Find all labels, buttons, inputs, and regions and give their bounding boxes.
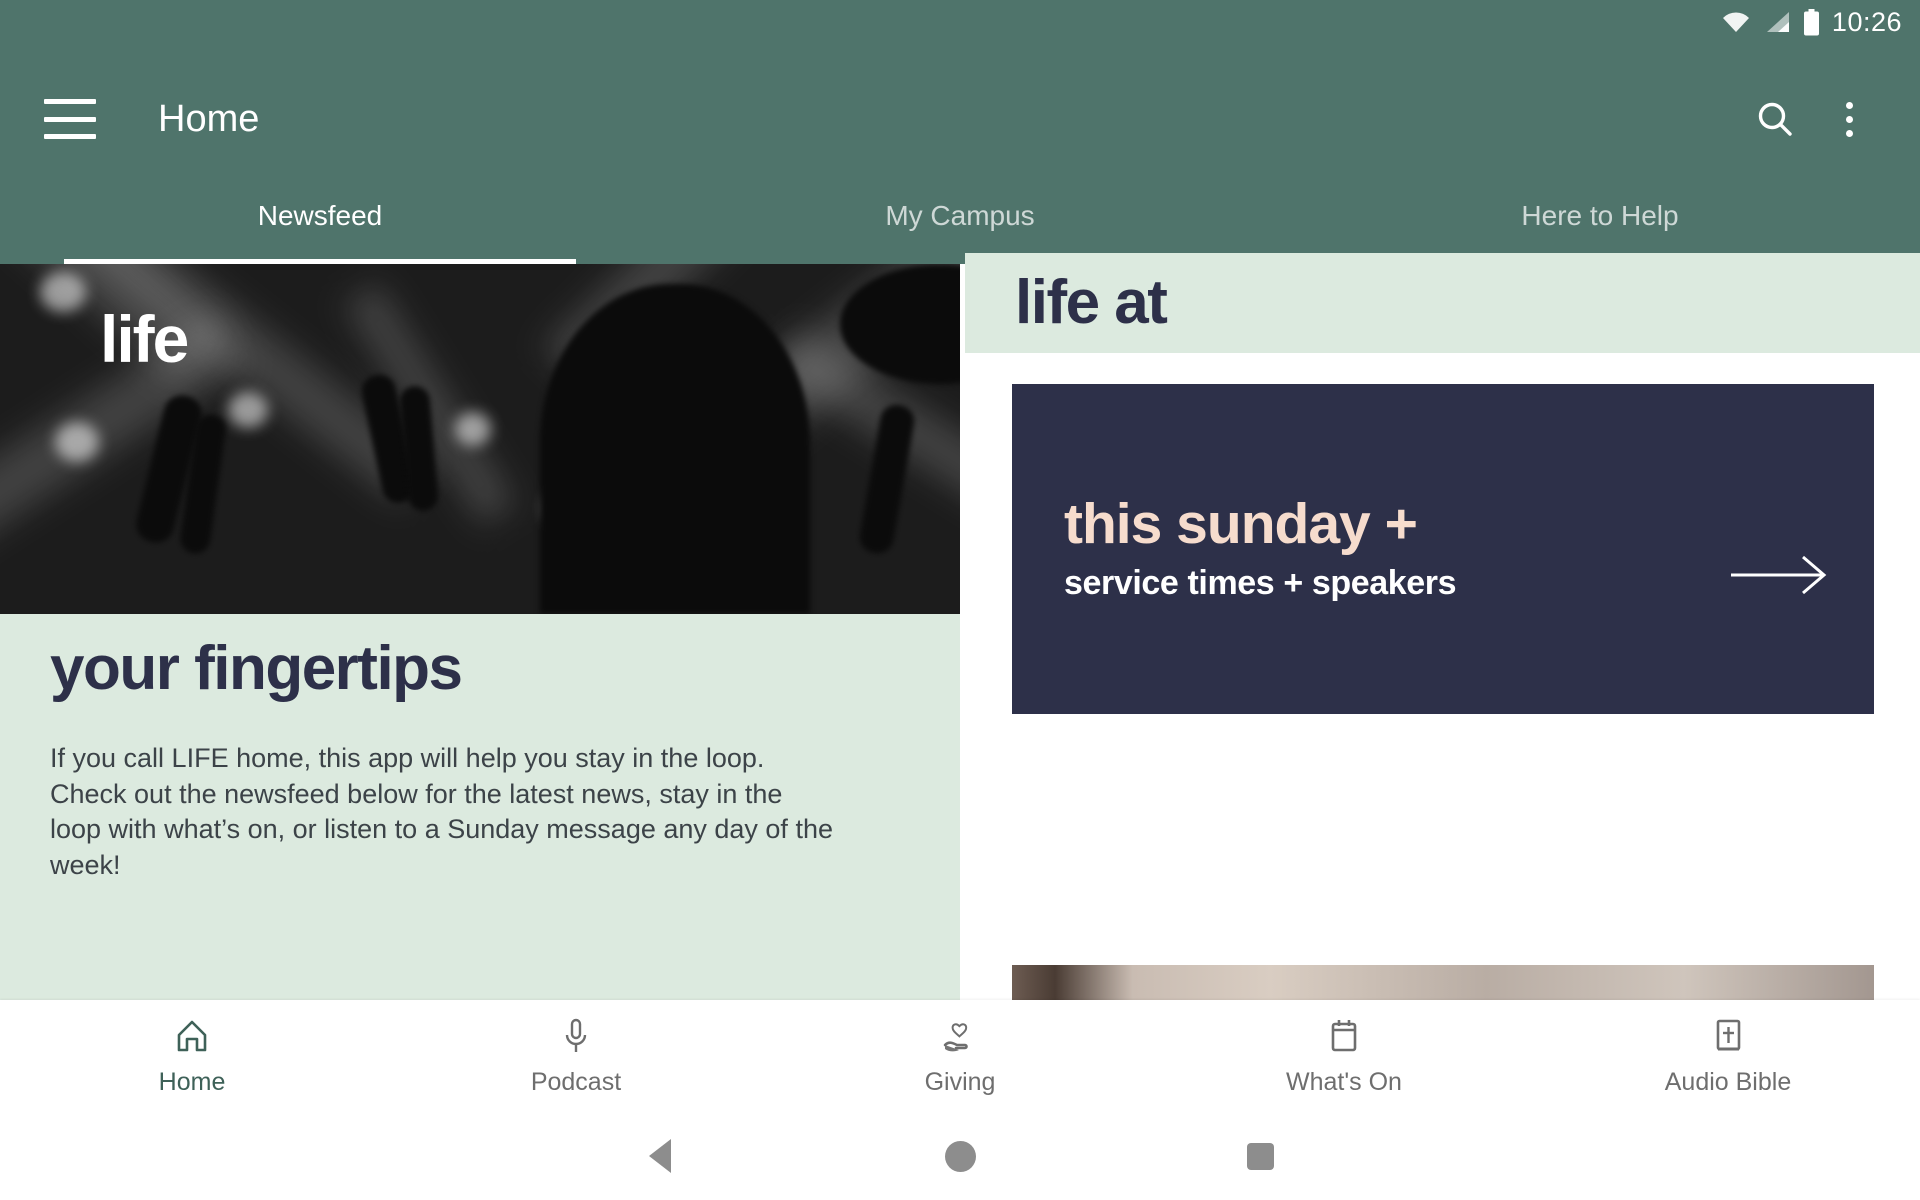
this-sunday-card[interactable]: this sunday + service times + speakers bbox=[1012, 384, 1874, 714]
fingertips-body: If you call LIFE home, this app will hel… bbox=[50, 743, 833, 880]
hamburger-menu-icon[interactable] bbox=[44, 99, 96, 139]
page-title: Home bbox=[158, 97, 260, 140]
nav-item-whats-on[interactable]: What's On bbox=[1152, 1015, 1536, 1097]
back-triangle-icon bbox=[649, 1139, 671, 1173]
life-at-card-header[interactable]: life at bbox=[965, 253, 1920, 353]
nav-item-audio-bible-label: Audio Bible bbox=[1664, 1068, 1792, 1096]
life-at-heading: life at bbox=[1015, 268, 1168, 337]
bottom-navigation: Home Podcast Giving What's On Audio Bibl… bbox=[0, 1000, 1920, 1112]
app-root: 10:26 Home Newsfeed My Campus Here to He… bbox=[0, 0, 1920, 1200]
search-button[interactable] bbox=[1738, 82, 1812, 156]
calendar-icon bbox=[1323, 1015, 1365, 1057]
recents-square-icon bbox=[1246, 1142, 1274, 1170]
more-vertical-icon bbox=[1845, 101, 1853, 137]
overflow-menu-button[interactable] bbox=[1812, 82, 1886, 156]
system-back-button[interactable] bbox=[510, 1139, 810, 1173]
system-navigation-bar bbox=[0, 1112, 1920, 1200]
cellular-signal-icon bbox=[1766, 12, 1789, 32]
tab-my-campus-label: My Campus bbox=[885, 200, 1035, 231]
tab-newsfeed-label: Newsfeed bbox=[257, 200, 383, 231]
hero-image: life bbox=[0, 264, 960, 614]
status-bar-clock: 10:26 bbox=[1831, 6, 1902, 37]
wifi-icon bbox=[1722, 12, 1749, 32]
this-sunday-title: this sunday + bbox=[1064, 491, 1418, 556]
bible-icon bbox=[1707, 1015, 1749, 1057]
microphone-icon bbox=[555, 1015, 597, 1057]
status-bar: 10:26 bbox=[0, 0, 1920, 44]
nav-item-podcast[interactable]: Podcast bbox=[384, 1015, 768, 1097]
this-sunday-arrow-button[interactable] bbox=[1684, 499, 1874, 599]
home-circle-icon bbox=[944, 1140, 976, 1172]
system-recents-button[interactable] bbox=[1110, 1142, 1410, 1170]
tab-newsfeed[interactable]: Newsfeed bbox=[0, 194, 640, 264]
battery-icon bbox=[1803, 8, 1819, 35]
search-icon bbox=[1758, 102, 1792, 136]
nav-item-home[interactable]: Home bbox=[0, 1015, 384, 1097]
nav-item-podcast-label: Podcast bbox=[530, 1068, 622, 1096]
nav-item-giving[interactable]: Giving bbox=[768, 1015, 1152, 1097]
fingertips-card[interactable]: your fingertips If you call LIFE home, t… bbox=[0, 614, 960, 1000]
arrow-right-icon bbox=[1731, 555, 1827, 595]
system-home-button[interactable] bbox=[810, 1140, 1110, 1172]
hero-brand-logo: life bbox=[100, 302, 189, 376]
nav-item-home-label: Home bbox=[158, 1068, 226, 1096]
nav-item-giving-label: Giving bbox=[924, 1068, 996, 1096]
nav-item-whats-on-label: What's On bbox=[1286, 1068, 1402, 1096]
app-toolbar: Home bbox=[0, 44, 1920, 194]
hand-heart-icon bbox=[939, 1015, 981, 1057]
this-sunday-subtitle: service times + speakers bbox=[1064, 564, 1457, 603]
tab-here-to-help-label: Here to Help bbox=[1521, 200, 1679, 231]
fingertips-heading: your fingertips bbox=[50, 634, 463, 703]
this-sunday-text: this sunday + service times + speakers bbox=[1012, 491, 1684, 604]
home-icon bbox=[171, 1015, 213, 1057]
nav-item-audio-bible[interactable]: Audio Bible bbox=[1536, 1015, 1920, 1097]
